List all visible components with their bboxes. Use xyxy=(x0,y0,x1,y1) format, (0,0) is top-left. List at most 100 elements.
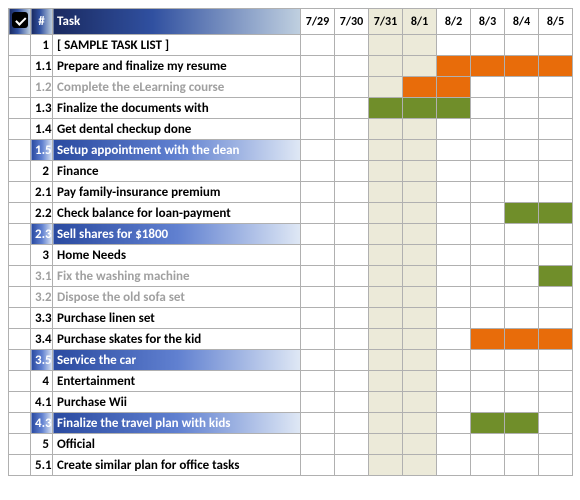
gantt-cell[interactable] xyxy=(335,329,369,350)
gantt-cell[interactable] xyxy=(437,119,471,140)
gantt-cell[interactable] xyxy=(437,140,471,161)
gantt-cell[interactable] xyxy=(505,224,539,245)
gantt-cell[interactable] xyxy=(437,35,471,56)
gantt-cell[interactable] xyxy=(471,287,505,308)
gantt-cell[interactable] xyxy=(437,266,471,287)
check-cell[interactable] xyxy=(9,329,31,350)
task-name[interactable]: [ SAMPLE TASK LIST ] xyxy=(53,35,301,56)
gantt-cell[interactable] xyxy=(301,329,335,350)
gantt-cell[interactable] xyxy=(539,329,573,350)
task-name[interactable]: Finance xyxy=(53,161,301,182)
gantt-cell[interactable] xyxy=(437,434,471,455)
gantt-cell[interactable] xyxy=(505,329,539,350)
gantt-cell[interactable] xyxy=(539,413,573,434)
task-name[interactable]: Sell shares for $1800 xyxy=(53,224,301,245)
task-name[interactable]: Create similar plan for office tasks xyxy=(53,455,301,476)
gantt-cell[interactable] xyxy=(471,308,505,329)
check-cell[interactable] xyxy=(9,98,31,119)
gantt-cell[interactable] xyxy=(437,455,471,476)
gantt-cell[interactable] xyxy=(539,371,573,392)
gantt-cell[interactable] xyxy=(437,161,471,182)
gantt-cell[interactable] xyxy=(301,266,335,287)
gantt-cell[interactable] xyxy=(369,413,403,434)
gantt-cell[interactable] xyxy=(471,98,505,119)
gantt-cell[interactable] xyxy=(301,56,335,77)
header-task[interactable]: Task xyxy=(53,9,301,35)
gantt-cell[interactable] xyxy=(335,350,369,371)
check-cell[interactable] xyxy=(9,224,31,245)
gantt-cell[interactable] xyxy=(505,413,539,434)
gantt-cell[interactable] xyxy=(369,266,403,287)
gantt-cell[interactable] xyxy=(539,350,573,371)
table-row[interactable]: 3Home Needs xyxy=(9,245,573,266)
gantt-cell[interactable] xyxy=(403,140,437,161)
gantt-cell[interactable] xyxy=(471,35,505,56)
task-name[interactable]: Purchase linen set xyxy=(53,308,301,329)
gantt-cell[interactable] xyxy=(471,119,505,140)
gantt-cell[interactable] xyxy=(369,182,403,203)
table-row[interactable]: 1.1Prepare and finalize my resume xyxy=(9,56,573,77)
gantt-cell[interactable] xyxy=(301,371,335,392)
gantt-cell[interactable] xyxy=(403,98,437,119)
gantt-cell[interactable] xyxy=(539,224,573,245)
gantt-cell[interactable] xyxy=(301,182,335,203)
gantt-cell[interactable] xyxy=(369,392,403,413)
header-date-5[interactable]: 8/3 xyxy=(471,9,505,35)
gantt-cell[interactable] xyxy=(403,182,437,203)
gantt-cell[interactable] xyxy=(471,371,505,392)
gantt-cell[interactable] xyxy=(403,392,437,413)
task-name[interactable]: Finalize the travel plan with kids xyxy=(53,413,301,434)
gantt-cell[interactable] xyxy=(403,77,437,98)
gantt-cell[interactable] xyxy=(301,98,335,119)
check-cell[interactable] xyxy=(9,56,31,77)
gantt-cell[interactable] xyxy=(505,245,539,266)
table-row[interactable]: 1[ SAMPLE TASK LIST ] xyxy=(9,35,573,56)
check-cell[interactable] xyxy=(9,371,31,392)
gantt-cell[interactable] xyxy=(369,350,403,371)
gantt-cell[interactable] xyxy=(539,161,573,182)
gantt-cell[interactable] xyxy=(437,245,471,266)
gantt-cell[interactable] xyxy=(539,203,573,224)
gantt-cell[interactable] xyxy=(335,308,369,329)
table-row[interactable]: 2.3Sell shares for $1800 xyxy=(9,224,573,245)
check-cell[interactable] xyxy=(9,434,31,455)
gantt-cell[interactable] xyxy=(471,455,505,476)
gantt-cell[interactable] xyxy=(539,266,573,287)
header-date-0[interactable]: 7/29 xyxy=(301,9,335,35)
gantt-cell[interactable] xyxy=(369,161,403,182)
gantt-cell[interactable] xyxy=(437,56,471,77)
gantt-cell[interactable] xyxy=(335,455,369,476)
gantt-cell[interactable] xyxy=(539,56,573,77)
gantt-cell[interactable] xyxy=(369,98,403,119)
gantt-cell[interactable] xyxy=(539,245,573,266)
gantt-cell[interactable] xyxy=(505,140,539,161)
gantt-cell[interactable] xyxy=(437,350,471,371)
gantt-cell[interactable] xyxy=(335,245,369,266)
gantt-cell[interactable] xyxy=(301,434,335,455)
gantt-cell[interactable] xyxy=(403,308,437,329)
gantt-cell[interactable] xyxy=(437,308,471,329)
task-name[interactable]: Prepare and finalize my resume xyxy=(53,56,301,77)
header-date-3[interactable]: 8/1 xyxy=(403,9,437,35)
check-cell[interactable] xyxy=(9,287,31,308)
gantt-cell[interactable] xyxy=(403,371,437,392)
gantt-cell[interactable] xyxy=(369,287,403,308)
gantt-cell[interactable] xyxy=(403,35,437,56)
gantt-cell[interactable] xyxy=(335,371,369,392)
gantt-cell[interactable] xyxy=(369,56,403,77)
check-cell[interactable] xyxy=(9,161,31,182)
gantt-cell[interactable] xyxy=(539,119,573,140)
gantt-cell[interactable] xyxy=(471,245,505,266)
gantt-cell[interactable] xyxy=(471,266,505,287)
gantt-cell[interactable] xyxy=(403,203,437,224)
gantt-cell[interactable] xyxy=(539,35,573,56)
gantt-cell[interactable] xyxy=(301,161,335,182)
gantt-cell[interactable] xyxy=(335,266,369,287)
gantt-cell[interactable] xyxy=(369,119,403,140)
gantt-cell[interactable] xyxy=(369,203,403,224)
gantt-cell[interactable] xyxy=(335,287,369,308)
gantt-cell[interactable] xyxy=(505,308,539,329)
gantt-cell[interactable] xyxy=(471,350,505,371)
gantt-cell[interactable] xyxy=(335,182,369,203)
gantt-cell[interactable] xyxy=(471,329,505,350)
